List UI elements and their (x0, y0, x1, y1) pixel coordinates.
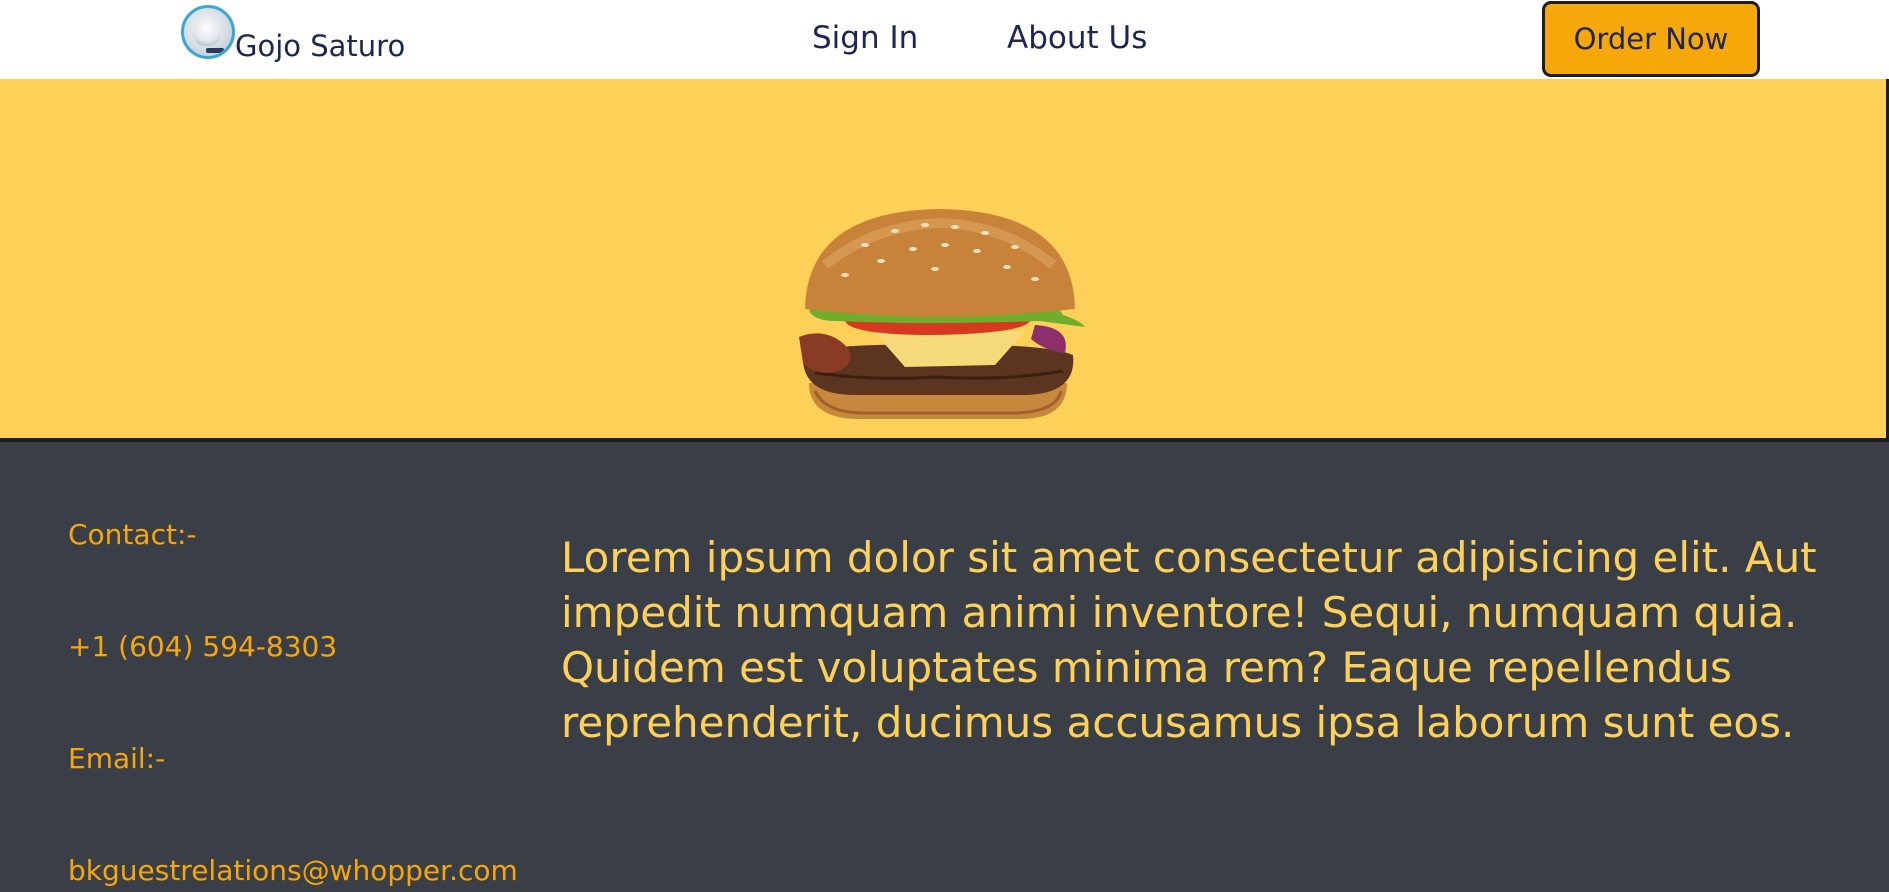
contact-heading: Contact:- (68, 518, 197, 551)
footer: Contact:- +1 (604) 594-8303 Email:- bkgu… (0, 442, 1889, 892)
nav-link-about-us[interactable]: About Us (1007, 20, 1147, 56)
navbar: Gojo Saturo Sign In About Us Order Now (0, 0, 1889, 79)
avatar-blindfold (206, 48, 224, 53)
hero-banner (0, 79, 1889, 442)
order-now-button[interactable]: Order Now (1542, 1, 1760, 77)
email-address[interactable]: bkguestrelations@whopper.com (68, 854, 518, 887)
brand[interactable]: Gojo Saturo (181, 5, 406, 63)
email-heading: Email:- (68, 742, 166, 775)
avatar (181, 5, 235, 59)
phone-number[interactable]: +1 (604) 594-8303 (68, 630, 337, 663)
avatar-hair (194, 16, 220, 46)
burger-image (799, 209, 1085, 419)
nav-link-sign-in[interactable]: Sign In (812, 20, 918, 56)
footer-description: Lorem ipsum dolor sit amet consectetur a… (561, 533, 1817, 747)
brand-name: Gojo Saturo (235, 29, 406, 63)
